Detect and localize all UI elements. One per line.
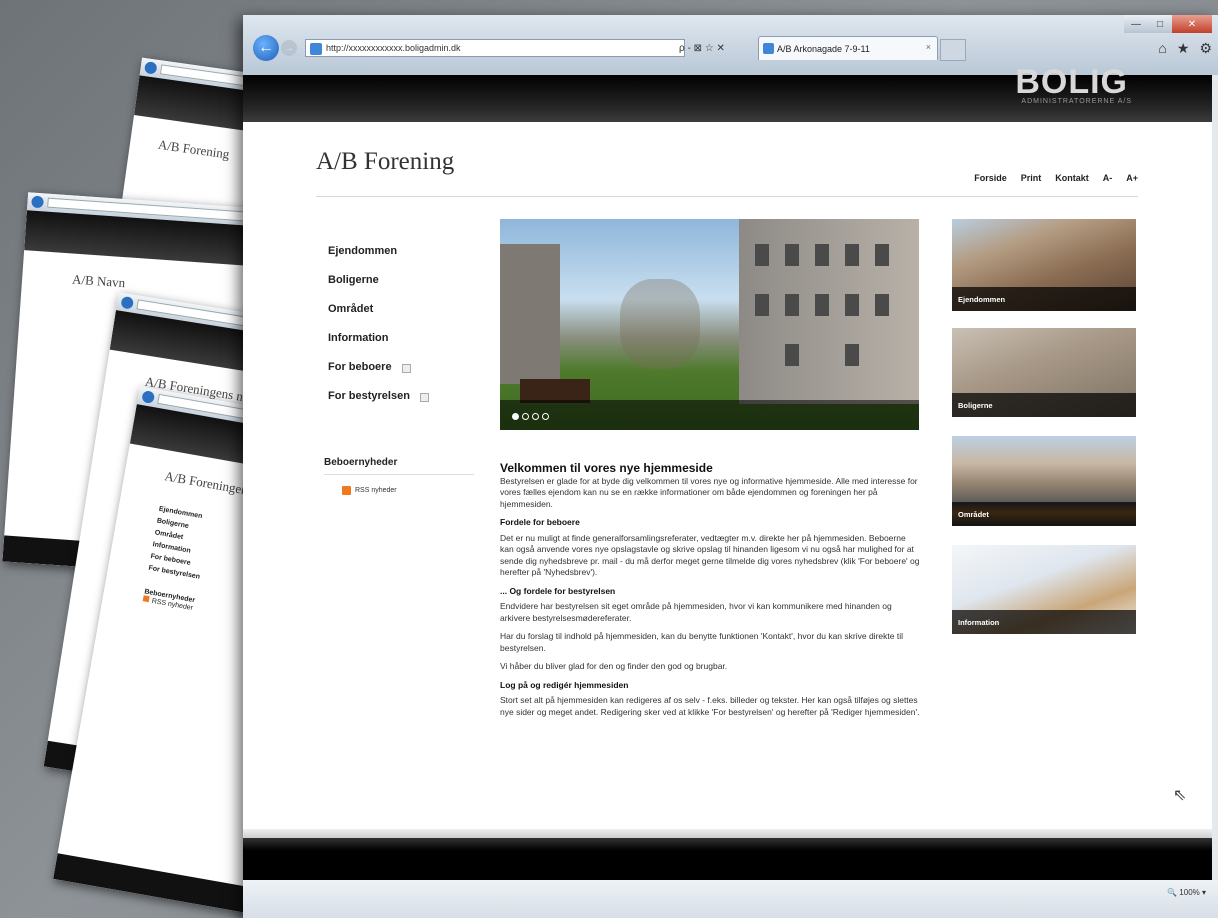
content-paragraph: Har du forslag til indhold på hjemmeside… [500, 631, 903, 653]
slider-dot[interactable] [522, 413, 529, 420]
back-icon [120, 295, 135, 310]
top-nav-forside[interactable]: Forside [974, 173, 1007, 183]
maximize-button[interactable]: □ [1148, 15, 1172, 33]
main-content: Velkommen til vores nye hjemmeside Besty… [500, 461, 920, 725]
sidebar-item-for-bestyrelsen[interactable]: For bestyrelsen [328, 390, 429, 419]
rss-link[interactable]: RSS nyheder [342, 486, 397, 495]
tab-close-icon[interactable]: × [926, 42, 931, 52]
tile-label: Information [952, 610, 1136, 634]
sidebar-item-omr-det[interactable]: Området [328, 303, 429, 332]
address-bar[interactable]: http://xxxxxxxxxxxx.boligadmin.dk [305, 39, 685, 57]
ie-page-icon [763, 43, 774, 54]
tile-ejendommen[interactable]: Ejendommen [952, 219, 1136, 311]
gear-icon[interactable]: ⚙ [1199, 40, 1212, 57]
sidebar-item-label: Ejendommen [328, 245, 398, 257]
site-logo[interactable]: BOLIG [1015, 63, 1128, 102]
window-controls: — □ ✕ [1124, 15, 1212, 33]
home-icon[interactable]: ⌂ [1158, 40, 1166, 57]
toolbar-icons: ⌂ ★ ⚙ [1158, 40, 1212, 57]
slider-dot[interactable] [532, 413, 539, 420]
tile-omraadet[interactable]: Området [952, 436, 1136, 526]
rss-label: RSS nyheder [355, 487, 397, 494]
side-nav: Ejendommen Boligerne Området Information For… [328, 245, 429, 419]
content-subheading: Fordele for beboere [500, 517, 580, 527]
mouse-cursor-icon: ⇖ [1173, 787, 1187, 804]
sidebar-item-label: Information [328, 332, 389, 344]
status-bar: 🔍 100% ▾ [243, 880, 1218, 918]
sidebar-item-label: For bestyrelsen [328, 390, 410, 402]
content-paragraph: Vi håber du bliver glad for den og finde… [500, 661, 728, 671]
news-divider [324, 474, 474, 475]
address-controls[interactable]: ρ - ⊠ ☆ ✕ [679, 39, 761, 57]
close-window-button[interactable]: ✕ [1172, 15, 1212, 33]
tile-boligerne[interactable]: Boligerne [952, 328, 1136, 417]
content-subheading: Log på og redigér hjemmesiden [500, 679, 629, 690]
favorites-star-icon[interactable]: ★ [1177, 40, 1190, 57]
forward-button[interactable]: → [281, 40, 297, 56]
back-arrow-icon: ← [258, 39, 274, 56]
sidebar-item-label: For beboere [328, 361, 392, 373]
browser-window: ← → http://xxxxxxxxxxxx.boligadmin.dk ρ … [243, 15, 1218, 918]
font-smaller-button[interactable]: A- [1103, 173, 1113, 183]
sidebar-item-boligerne[interactable]: Boligerne [328, 274, 429, 303]
content-paragraph: Det er nu muligt at finde generalforsaml… [500, 532, 920, 578]
rss-icon [142, 595, 150, 603]
site-header: BOLIG ADMINISTRATORERNE A/S [243, 63, 1218, 122]
sidebar-item-label: Området [328, 303, 374, 315]
site-footer [243, 838, 1218, 880]
slider-caption-bar [500, 400, 919, 430]
expand-icon[interactable] [419, 393, 429, 402]
news-heading: Beboernyheder [324, 457, 398, 468]
content-paragraph: Endvidere har bestyrelsen sit eget områd… [500, 601, 892, 623]
address-text: http://xxxxxxxxxxxx.boligadmin.dk [326, 43, 461, 53]
back-icon [143, 61, 158, 75]
hero-slider[interactable] [500, 219, 919, 430]
back-button[interactable]: ← [253, 35, 279, 61]
tile-label: Området [952, 502, 1136, 526]
back-icon [141, 390, 156, 404]
tile-information[interactable]: Information [952, 545, 1136, 634]
top-nav-kontakt[interactable]: Kontakt [1055, 173, 1089, 183]
minimize-button[interactable]: — [1124, 15, 1148, 33]
back-icon [31, 195, 44, 209]
content-subheading: ... Og fordele for bestyrelsen [500, 585, 616, 596]
rss-icon [342, 486, 351, 495]
page-title: A/B Forening [316, 148, 455, 175]
tab-title: A/B Arkonagade 7-9-11 [777, 43, 870, 54]
content-paragraph: Stort set alt på hjemmesiden kan rediger… [500, 695, 920, 717]
tile-label: Ejendommen [952, 287, 1136, 311]
sidebar-item-label: Boligerne [328, 274, 379, 286]
top-nav-print[interactable]: Print [1021, 173, 1042, 183]
scrollbar[interactable] [1212, 75, 1218, 880]
header-divider [316, 196, 1138, 197]
slider-dot[interactable] [512, 413, 519, 420]
site-logo-subtitle: ADMINISTRATORERNE A/S [1021, 98, 1132, 105]
content-heading: Velkommen til vores nye hjemmeside [500, 461, 713, 475]
sidebar-item-for-beboere[interactable]: For beboere [328, 361, 429, 390]
zoom-control[interactable]: 🔍 100% ▾ [1167, 888, 1206, 897]
slider-dots [512, 413, 549, 420]
tile-label: Boligerne [952, 393, 1136, 417]
sidebar-item-ejendommen[interactable]: Ejendommen [328, 245, 429, 274]
tab-active[interactable]: A/B Arkonagade 7-9-11 × [758, 36, 938, 60]
top-nav: Forside Print Kontakt A- A+ [974, 173, 1138, 183]
slider-dot[interactable] [542, 413, 549, 420]
sidebar-item-information[interactable]: Information [328, 332, 429, 361]
content-paragraph: Bestyrelsen er glade for at byde dig vel… [500, 475, 918, 509]
font-larger-button[interactable]: A+ [1126, 173, 1138, 183]
ie-page-icon [310, 43, 322, 55]
expand-icon[interactable] [401, 364, 411, 373]
new-tab-button[interactable] [940, 39, 966, 61]
forward-arrow-icon: → [284, 42, 294, 54]
